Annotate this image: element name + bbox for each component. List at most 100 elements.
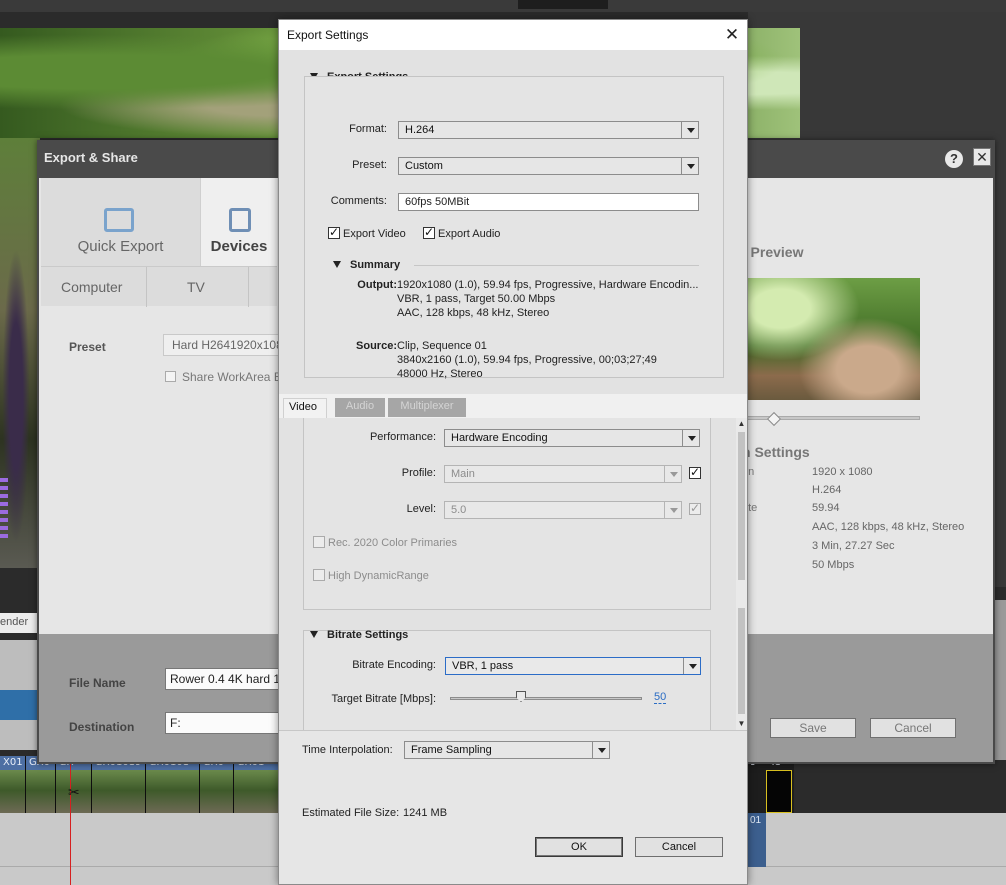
share-workarea-checkbox[interactable]: Share WorkArea Ba <box>165 370 289 384</box>
video-settings-scroll-area[interactable]: Performance: Hardware Encoding Profile: … <box>279 418 747 730</box>
rec2020-checkbox[interactable]: Rec. 2020 Color Primaries <box>313 536 457 549</box>
device-subtabs: Computer TV <box>41 266 277 307</box>
timeline-render-label[interactable]: ender <box>0 613 38 633</box>
settings-row-value: H.264 <box>812 484 842 496</box>
timeline-playhead[interactable] <box>70 756 71 885</box>
vertical-scrollbar[interactable]: ▲ ▼ <box>736 418 747 730</box>
purple-lights <box>0 478 8 538</box>
target-bitrate-slider-thumb[interactable] <box>516 691 526 702</box>
ok-button[interactable]: OK <box>535 837 623 857</box>
timeline-clip[interactable]: GX01 <box>234 756 280 813</box>
chevron-down-icon[interactable] <box>592 742 609 758</box>
bitrate-encoding-label: Bitrate Encoding: <box>352 659 436 671</box>
tab-audio[interactable]: Audio <box>335 398 385 417</box>
chevron-down-icon[interactable] <box>682 430 699 446</box>
help-icon[interactable]: ? <box>945 150 963 168</box>
preset-label: Preset: <box>352 159 387 171</box>
cancel-button[interactable]: Cancel <box>635 837 723 857</box>
bitrate-heading[interactable]: Bitrate Settings <box>310 629 408 641</box>
checkbox-box[interactable] <box>689 501 701 515</box>
tab-quick-export[interactable]: Quick Export <box>41 178 201 266</box>
timeline-selected-track[interactable] <box>0 690 38 720</box>
export-video-checkbox[interactable]: Export Video <box>328 225 406 240</box>
timeline-clip[interactable]: X01 <box>0 756 26 813</box>
level-dropdown[interactable]: 5.0 <box>444 501 682 519</box>
timeline-title-clip[interactable] <box>766 770 792 813</box>
top-bar-slot <box>518 0 608 9</box>
format-label: Format: <box>349 123 387 135</box>
level-checkbox[interactable] <box>689 501 704 516</box>
tab-video[interactable]: Video <box>283 398 327 418</box>
profile-checkbox[interactable] <box>689 465 704 480</box>
preset-value: Custom <box>405 160 443 172</box>
time-interpolation-dropdown[interactable]: Frame Sampling <box>404 741 610 759</box>
profile-label: Profile: <box>401 467 436 479</box>
settings-row-value: 59.94 <box>812 502 840 514</box>
hdr-checkbox[interactable]: High DynamicRange <box>313 569 429 582</box>
chevron-down-icon[interactable] <box>681 158 698 174</box>
scrollbar-track-segment[interactable] <box>738 608 745 714</box>
time-interpolation-label: Time Interpolation: <box>302 744 393 756</box>
checkbox-box[interactable] <box>328 225 340 239</box>
preview-slider-thumb[interactable] <box>766 411 781 427</box>
preset-dropdown[interactable]: Custom <box>398 157 699 175</box>
summary-heading[interactable]: Summary <box>333 259 400 271</box>
subtab-divider <box>146 267 147 307</box>
close-icon[interactable]: ✕ <box>719 23 745 47</box>
editor-top-bar <box>0 0 1006 12</box>
tab-label: Devices <box>210 238 268 255</box>
destination-field[interactable]: F: <box>165 712 281 734</box>
tab-devices[interactable]: Devices <box>201 178 277 266</box>
chevron-down-icon[interactable] <box>664 466 681 482</box>
timeline-audio-clip[interactable]: 01 <box>748 813 766 867</box>
chevron-down-icon[interactable] <box>683 658 700 674</box>
comments-field[interactable]: 60fps 50MBit <box>398 193 699 211</box>
timeline-clip-strip[interactable]: X01 GX0 GX GX01019 GX0101 GX0 GX01 <box>0 756 280 813</box>
cancel-button[interactable]: Cancel <box>870 718 956 738</box>
clip-label: X01 <box>3 757 23 768</box>
export-audio-label: Export Audio <box>438 228 501 240</box>
checkbox-box[interactable] <box>165 371 176 382</box>
subtab-tv[interactable]: TV <box>187 279 205 295</box>
export-audio-checkbox[interactable]: Export Audio <box>423 225 501 240</box>
scissors-icon[interactable]: ✂ <box>68 784 80 801</box>
tab-multiplexer[interactable]: Multiplexer <box>388 398 466 417</box>
target-bitrate-slider[interactable] <box>450 697 642 700</box>
performance-value: Hardware Encoding <box>451 432 548 444</box>
bitrate-encoding-value: VBR, 1 pass <box>452 660 514 672</box>
checkbox-box[interactable] <box>423 225 435 239</box>
scroll-down-icon[interactable]: ▼ <box>736 718 747 730</box>
profile-dropdown[interactable]: Main <box>444 465 682 483</box>
collapse-triangle-icon[interactable] <box>310 631 318 638</box>
settings-title: n Settings <box>742 444 810 460</box>
timeline-clip[interactable]: GX0101 <box>146 756 200 813</box>
timeline-clip[interactable]: GX0 <box>200 756 234 813</box>
scrollbar-thumb[interactable] <box>738 432 745 580</box>
dialog-title: Export Settings <box>287 28 369 42</box>
collapse-triangle-icon[interactable] <box>333 261 341 268</box>
preset-dropdown[interactable]: Hard H2641920x1080 <box>163 334 279 356</box>
export-video-label: Export Video <box>343 228 406 240</box>
settings-row-value: 50 Mbps <box>812 559 855 571</box>
close-icon[interactable]: ✕ <box>973 148 991 166</box>
file-name-field[interactable]: Rower 0.4 4K hard 1080 <box>165 668 281 690</box>
destination-label: Destination <box>69 720 135 734</box>
checkbox-box[interactable] <box>689 465 701 479</box>
chevron-down-icon[interactable] <box>681 122 698 138</box>
checkbox-box[interactable] <box>313 536 325 548</box>
chevron-down-icon[interactable] <box>664 502 681 518</box>
checkbox-box[interactable] <box>313 569 325 581</box>
save-button[interactable]: Save <box>770 718 856 738</box>
source-line: 3840x2160 (1.0), 59.94 fps, Progressive,… <box>397 354 657 366</box>
timeline-clip-strip-right[interactable]: 9 Te <box>748 756 794 813</box>
output-line: AAC, 128 kbps, 48 kHz, Stereo <box>397 307 550 319</box>
performance-dropdown[interactable]: Hardware Encoding <box>444 429 700 447</box>
bitrate-encoding-dropdown[interactable]: VBR, 1 pass <box>445 657 701 675</box>
scroll-up-icon[interactable]: ▲ <box>736 418 747 430</box>
subtab-computer[interactable]: Computer <box>61 279 122 295</box>
level-label: Level: <box>406 503 436 515</box>
format-dropdown[interactable]: H.264 <box>398 121 699 139</box>
timeline-clip[interactable]: GX01019 <box>92 756 146 813</box>
timeline-clip[interactable]: GX0 <box>26 756 56 813</box>
target-bitrate-value[interactable]: 50 <box>654 691 667 704</box>
